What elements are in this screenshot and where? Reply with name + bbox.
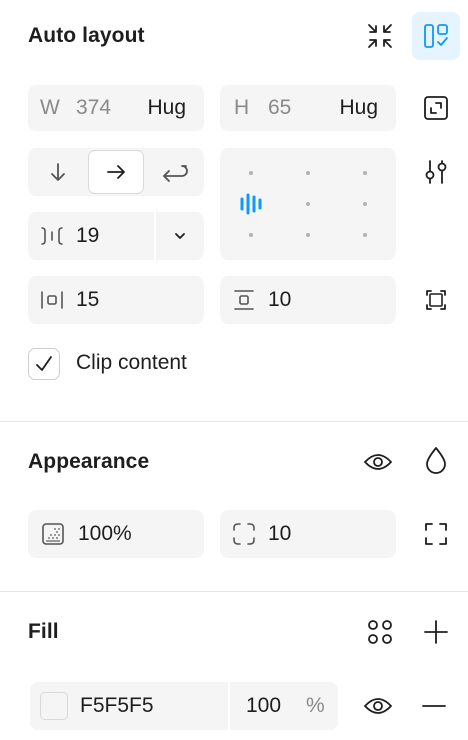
corner-radius-field[interactable]: 10	[220, 510, 396, 558]
chevron-down-icon	[175, 233, 185, 239]
auto-layout-title: Auto layout	[28, 24, 145, 47]
independent-corners-icon[interactable]	[412, 510, 460, 558]
direction-vertical-button[interactable]	[28, 148, 88, 196]
vertical-padding-icon	[234, 290, 254, 310]
appearance-title: Appearance	[28, 450, 150, 473]
fill-percent-sign: %	[306, 694, 325, 717]
blend-mode-icon[interactable]	[412, 436, 460, 484]
opacity-field[interactable]: 100%	[28, 510, 204, 558]
fill-visibility-eye-icon[interactable]	[354, 682, 402, 730]
individual-padding-icon[interactable]	[412, 276, 460, 324]
fill-title: Fill	[28, 620, 59, 643]
direction-segmented-control[interactable]	[28, 148, 204, 196]
alignment-dots-icon	[240, 171, 367, 237]
horizontal-gap-icon	[41, 227, 63, 245]
layout-settings-icon[interactable]	[412, 148, 460, 196]
clip-content-checkbox[interactable]	[28, 348, 60, 380]
direction-wrap-button[interactable]	[146, 148, 204, 196]
width-prefix: W	[40, 96, 60, 119]
corner-radius-value[interactable]: 10	[268, 522, 291, 546]
direction-horizontal-button[interactable]	[88, 150, 144, 194]
styles-grid-icon[interactable]	[356, 608, 404, 656]
opacity-value[interactable]: 100%	[78, 522, 132, 546]
horizontal-padding-field[interactable]: 15	[28, 276, 204, 324]
width-value[interactable]: 374	[76, 96, 111, 120]
horizontal-padding-value[interactable]: 15	[76, 288, 99, 312]
opacity-icon	[42, 523, 64, 545]
height-field[interactable]: H 65 Hug	[220, 85, 396, 131]
add-fill-icon[interactable]	[412, 608, 460, 656]
eye-icon[interactable]	[354, 438, 402, 486]
width-mode[interactable]: Hug	[147, 96, 186, 120]
layout-suggestions-icon[interactable]	[412, 12, 460, 60]
arrow-right-icon	[107, 165, 125, 179]
vertical-padding-field[interactable]: 10	[220, 276, 396, 324]
fill-color-swatch[interactable]	[40, 692, 68, 720]
height-mode[interactable]: Hug	[339, 96, 378, 120]
vertical-padding-value[interactable]: 10	[268, 288, 291, 312]
clip-content-label[interactable]: Clip content	[76, 351, 187, 375]
resize-constraints-icon[interactable]	[412, 84, 460, 132]
corner-radius-icon	[233, 523, 255, 545]
wrap-icon	[163, 165, 188, 182]
height-value[interactable]: 65	[268, 96, 291, 120]
alignment-grid[interactable]	[220, 148, 396, 260]
fill-hex-value[interactable]: F5F5F5	[80, 694, 154, 718]
width-field[interactable]: W 374 Hug	[28, 85, 204, 131]
fill-divider	[228, 682, 230, 730]
remove-fill-icon[interactable]	[410, 682, 458, 730]
section-divider	[0, 591, 468, 592]
gap-field[interactable]: 19	[28, 212, 204, 260]
section-divider	[0, 421, 468, 422]
gap-dropdown-button[interactable]	[156, 212, 204, 260]
fill-row[interactable]: F5F5F5 100 %	[30, 682, 338, 730]
height-prefix: H	[234, 96, 250, 119]
arrow-down-icon	[51, 163, 65, 181]
checkmark-icon	[36, 356, 52, 371]
horizontal-padding-icon	[41, 291, 63, 309]
collapse-icon[interactable]	[356, 12, 404, 60]
gap-value[interactable]: 19	[76, 224, 99, 248]
fill-opacity-value[interactable]: 100	[246, 694, 281, 718]
